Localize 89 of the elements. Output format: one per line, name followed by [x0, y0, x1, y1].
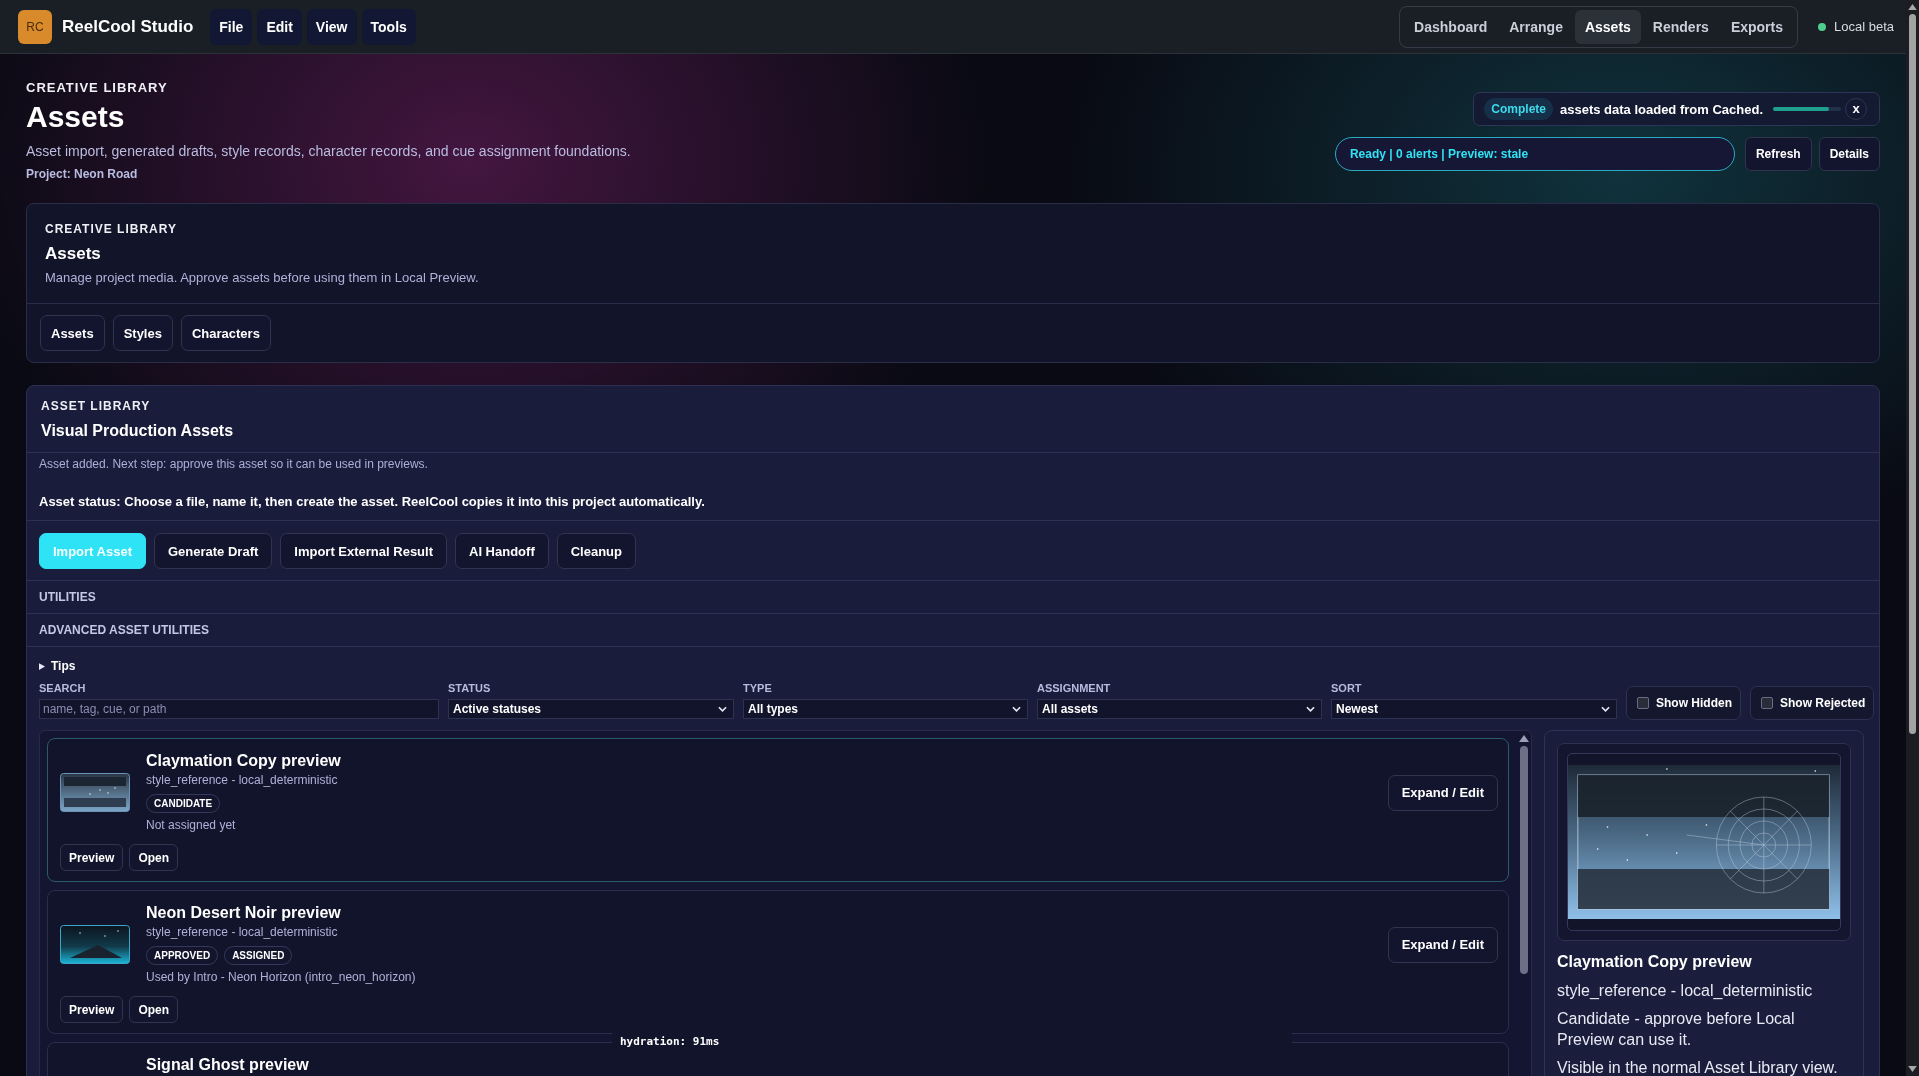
environment-label: Local beta [1834, 19, 1894, 34]
nav-tab[interactable]: Renders [1642, 9, 1719, 44]
caret-icon [718, 706, 727, 712]
close-button[interactable]: x [1845, 98, 1867, 120]
asset-action-button[interactable]: AI Handoff [455, 533, 549, 569]
app-logo: RC [18, 9, 52, 44]
filter-toggle[interactable]: Show Rejected [1750, 686, 1875, 720]
expand-edit-button[interactable]: Expand / Edit [1387, 926, 1498, 963]
header-button[interactable]: Details [1818, 137, 1880, 171]
section-eyebrow: ASSET LIBRARY [41, 399, 151, 413]
project-label: Project: Neon Road [26, 166, 138, 182]
debug-text: hydration: 91ms [620, 1035, 720, 1048]
checkbox[interactable] [1637, 697, 1649, 709]
filter-select[interactable]: All assets [1037, 699, 1322, 719]
tips-toggle[interactable]: Tips [39, 658, 76, 674]
card-title: Assets [45, 243, 101, 265]
thumbnail-drawing [60, 773, 130, 812]
library-section-button[interactable]: Styles [112, 315, 173, 351]
preview-visibility: Visible in the normal Asset Library view. [1557, 1058, 1838, 1076]
card-description: Manage project media. Approve assets before using them in Local Preview. [45, 269, 479, 287]
filter-label: SORT [1331, 681, 1362, 695]
caret-icon [1601, 706, 1610, 712]
filter-label: STATUS [448, 681, 491, 695]
menu-item[interactable]: File [210, 8, 253, 45]
filter-select[interactable]: Newest [1331, 699, 1617, 719]
status-badge: CANDIDATE [146, 794, 221, 813]
asset-action-button[interactable]: Cleanup [556, 533, 636, 569]
library-section-button[interactable]: Assets [40, 315, 105, 351]
preview-status: Candidate - approve before Local Preview can use it. [1557, 1009, 1796, 1050]
asset-meta: style_reference - local_deterministic [146, 772, 338, 789]
nav-tab[interactable]: Arrange [1499, 9, 1573, 44]
asset-card[interactable]: Claymation Copy preview style_reference - local_deterministic CANDIDATE Not assigned yet Expand / Edit Preview Open [47, 738, 1509, 882]
header-button[interactable]: Refresh [1744, 137, 1812, 171]
nav-tab[interactable]: Dashboard [1404, 9, 1498, 44]
advanced-utilities-section-header[interactable]: ADVANCED ASSET UTILITIES [27, 614, 1879, 647]
filter-select[interactable]: All types [743, 699, 1028, 719]
asset-action-button[interactable]: Import External Result [280, 533, 447, 569]
status-badge: Complete [1484, 98, 1553, 120]
checkbox[interactable] [1761, 697, 1773, 709]
preview-title: Claymation Copy preview [1557, 952, 1752, 972]
status-summary: Ready | 0 alerts | Preview: stale [1334, 137, 1735, 171]
notice-text: Asset added. Next step: approve this asset so it can be used in previews. [39, 456, 428, 472]
toast-message: assets data loaded from Cached. [1560, 101, 1763, 117]
menu-item[interactable]: Tools [361, 8, 416, 45]
library-section-button[interactable]: Characters [180, 315, 271, 351]
filter-label: TYPE [743, 681, 772, 695]
preview-meta: style_reference - local_deterministic [1557, 981, 1813, 1001]
asset-meta: style_reference - local_deterministic [146, 924, 338, 941]
section-eyebrow: CREATIVE LIBRARY [26, 80, 168, 96]
section-eyebrow: CREATIVE LIBRARY [45, 222, 177, 236]
asset-usage: Used by Intro - Neon Horizon (intro_neon_horizon) [146, 969, 416, 986]
asset-action-button[interactable]: Generate Draft [154, 533, 273, 569]
scroll-up-icon[interactable] [1908, 4, 1917, 10]
filter-label: ASSIGNMENT [1037, 681, 1111, 695]
status-badge: APPROVED [146, 946, 219, 965]
asset-card-button[interactable]: Preview [60, 844, 124, 871]
caret-icon [1012, 706, 1021, 712]
filter-toggle[interactable]: Show Hidden [1626, 686, 1741, 720]
asset-card[interactable]: Neon Desert Noir preview style_reference - local_deterministic APPROVED ASSIGNED Used by Intro - Neon Horizon (intro_neon_horizon) Expand / Edit Preview Open [47, 890, 1509, 1034]
page-description: Asset import, generated drafts, style records, character records, and cue assignment foundations. [26, 142, 631, 161]
utilities-section-header[interactable]: UTILITIES [27, 581, 1879, 614]
scrollbar-thumb[interactable] [1519, 746, 1528, 974]
nav-tab[interactable]: Exports [1720, 9, 1793, 44]
asset-title: Claymation Copy preview [146, 751, 341, 771]
nav-tab[interactable]: Assets [1574, 9, 1641, 44]
thumbnail-drawing [60, 925, 130, 964]
scrollbar[interactable] [1906, 0, 1919, 1076]
caret-icon [1306, 706, 1315, 712]
app-name: ReelCool Studio [62, 16, 194, 37]
scrollbar-thumb[interactable] [1909, 14, 1916, 734]
scroll-down-icon[interactable] [1908, 1066, 1917, 1072]
search-field[interactable]: name, tag, cue, or path [39, 699, 439, 719]
asset-usage: Not assigned yet [146, 817, 236, 834]
filter-label: SEARCH [39, 681, 86, 695]
menu-item[interactable]: Edit [257, 8, 302, 45]
panel-title: Visual Production Assets [41, 421, 234, 441]
asset-card-button[interactable]: Preview [60, 996, 124, 1023]
asset-card-button[interactable]: Open [129, 844, 179, 871]
status-dot-icon [1818, 22, 1826, 31]
menu-item[interactable]: View [306, 8, 357, 45]
expand-edit-button[interactable]: Expand / Edit [1387, 774, 1498, 811]
asset-card-button[interactable]: Open [129, 996, 179, 1023]
asset-title: Neon Desert Noir preview [146, 903, 341, 923]
asset-status-text: Asset status: Choose a file, name it, then create the asset. ReelCool copies it into this project automatically. [39, 493, 705, 511]
page-title: Assets [26, 99, 125, 135]
asset-title: Signal Ghost preview [146, 1055, 309, 1075]
status-badge: ASSIGNED [224, 946, 293, 965]
scroll-up-icon[interactable] [1518, 735, 1529, 742]
filter-select[interactable]: Active statuses [448, 699, 734, 719]
